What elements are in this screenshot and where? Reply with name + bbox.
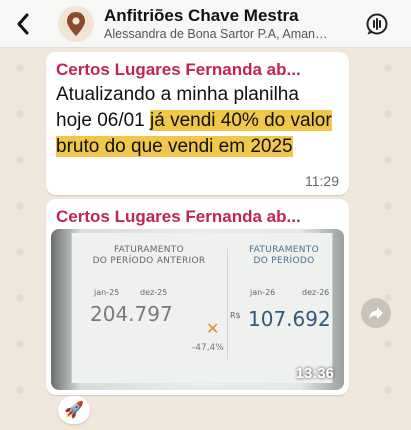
back-button[interactable] <box>6 0 40 48</box>
currency-label: R$ <box>230 311 241 320</box>
message-text: Atualizando a minha planilha hoje 06/01 … <box>46 80 349 160</box>
chevron-left-icon <box>17 13 29 34</box>
right-value: 107.692 <box>248 307 331 331</box>
voice-call-icon <box>366 13 388 35</box>
voice-call-button[interactable] <box>363 10 391 38</box>
video-frame: FATURAMENTO DO PERÍODO ANTERIOR FATURAME… <box>71 233 333 383</box>
message-time: 11:29 <box>305 173 339 189</box>
right-to: dez-26 <box>302 288 330 297</box>
video-thumbnail[interactable]: FATURAMENTO DO PERÍODO ANTERIOR FATURAME… <box>51 229 344 390</box>
forward-icon <box>369 307 383 319</box>
left-title-2: DO PERÍODO ANTERIOR <box>92 256 206 266</box>
frame-divider <box>227 249 228 359</box>
video-duration: 13:36 <box>295 365 334 382</box>
reaction-badge[interactable]: 🚀 <box>58 396 90 424</box>
left-title-1: FATURAMENTO <box>113 245 184 255</box>
message-sender[interactable]: Certos Lugares Fernanda ab... <box>46 52 349 80</box>
left-to: dez-25 <box>140 288 168 297</box>
message-bubble[interactable]: Certos Lugares Fernanda ab... Atualizand… <box>46 52 349 195</box>
right-title-1: FATURAMENTO <box>248 245 319 255</box>
chat-title: Anfitriões Chave Mestra <box>104 6 299 25</box>
avatar[interactable] <box>58 5 94 42</box>
chat-title-block[interactable]: Anfitriões Chave Mestra Alessandra de Bo… <box>104 6 329 41</box>
chat-participants: Alessandra de Bona Sartor P.A, Amanda... <box>104 27 329 41</box>
rocket-icon: 🚀 <box>64 402 84 419</box>
message-bubble[interactable]: Certos Lugares Fernanda ab... FATURAMENT… <box>46 199 349 395</box>
left-value: 204.797 <box>90 302 173 326</box>
right-title-2: DO PERÍODO <box>253 256 315 266</box>
message-sender[interactable]: Certos Lugares Fernanda ab... <box>46 199 349 227</box>
forward-button[interactable] <box>361 298 391 328</box>
map-pin-icon <box>67 11 85 36</box>
cross-mark: ✕ <box>206 321 220 338</box>
left-from: jan-25 <box>94 288 120 297</box>
chat-header: Anfitriões Chave Mestra Alessandra de Bo… <box>0 0 411 48</box>
right-from: jan-26 <box>250 288 276 297</box>
change-percent: -47,4% <box>192 343 224 353</box>
